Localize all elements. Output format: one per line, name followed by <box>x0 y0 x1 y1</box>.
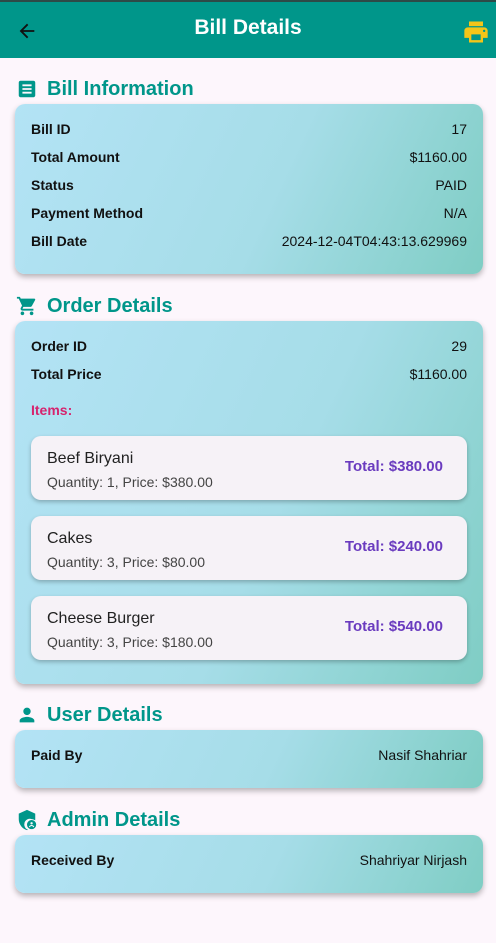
row-label: Paid By <box>31 747 83 763</box>
printer-icon[interactable] <box>462 18 490 46</box>
item-name: Cheese Burger <box>47 610 155 627</box>
user-details-header: User Details <box>16 700 163 730</box>
receipt-icon <box>18 80 36 98</box>
row-label: Total Amount <box>31 149 120 165</box>
section-title: Bill Information <box>47 77 194 100</box>
row-value: Nasif Shahriar <box>378 747 467 763</box>
row-label: Status <box>31 177 74 193</box>
item-quantity-price: Quantity: 3, Price: $80.00 <box>47 554 205 570</box>
total-price-row: Total Price $1160.00 <box>31 364 467 384</box>
admin-shield-icon <box>18 809 37 831</box>
row-value: 2024-12-04T04:43:13.629969 <box>281 233 467 249</box>
bill-information-card: Bill ID 17 Total Amount $1160.00 Status … <box>15 104 483 274</box>
received-by-row: Received By Shahriyar Nirjash <box>31 850 467 870</box>
item-total: Total: $380.00 <box>344 458 443 475</box>
person-icon <box>19 707 35 723</box>
bill-id-row: Bill ID 17 <box>31 119 467 139</box>
row-label: Bill ID <box>31 121 71 137</box>
item-total: Total: $540.00 <box>344 618 443 635</box>
shopping-cart-icon <box>16 296 36 316</box>
order-item-card[interactable]: Cakes Quantity: 3, Price: $80.00 Total: … <box>31 516 467 580</box>
row-value: 17 <box>451 121 467 137</box>
row-value: PAID <box>435 177 467 193</box>
section-title: User Details <box>47 703 163 726</box>
row-value: $1160.00 <box>409 366 467 382</box>
item-name: Beef Biryani <box>47 450 134 467</box>
item-quantity-price: Quantity: 3, Price: $180.00 <box>47 634 213 650</box>
order-item-card[interactable]: Beef Biryani Quantity: 1, Price: $380.00… <box>31 436 467 500</box>
row-label: Bill Date <box>31 233 88 249</box>
item-quantity-price: Quantity: 1, Price: $380.00 <box>47 474 213 490</box>
section-title: Admin Details <box>47 808 181 831</box>
order-details-card: Order ID 29 Total Price $1160.00 Items: … <box>15 321 483 684</box>
admin-details-header: Admin Details <box>16 805 180 835</box>
bill-date-row: Bill Date 2024-12-04T04:43:13.629969 <box>31 231 467 251</box>
row-label: Received By <box>31 852 115 868</box>
row-value: $1160.00 <box>409 149 467 165</box>
total-amount-row: Total Amount $1160.00 <box>31 147 467 167</box>
row-label: Order ID <box>31 338 88 354</box>
payment-method-row: Payment Method N/A <box>31 203 467 223</box>
order-item-card[interactable]: Cheese Burger Quantity: 3, Price: $180.0… <box>31 596 467 660</box>
row-label: Payment Method <box>31 205 144 221</box>
row-value: N/A <box>443 205 467 221</box>
row-value: Shahriyar Nirjash <box>359 852 467 868</box>
page-title: Bill Details <box>194 16 302 39</box>
row-value: 29 <box>451 338 467 354</box>
item-name: Cakes <box>47 530 93 547</box>
status-row: Status PAID <box>31 175 467 195</box>
row-label: Total Price <box>31 366 102 382</box>
items-label: Items: <box>31 402 73 418</box>
admin-details-card: Received By Shahriyar Nirjash <box>15 835 483 893</box>
app-bar: Bill Details <box>0 0 496 58</box>
bill-information-header: Bill Information <box>16 74 194 104</box>
order-id-row: Order ID 29 <box>31 336 467 356</box>
user-details-card: Paid By Nasif Shahriar <box>15 730 483 788</box>
section-title: Order Details <box>47 294 173 317</box>
item-total: Total: $240.00 <box>344 538 443 555</box>
paid-by-row: Paid By Nasif Shahriar <box>31 745 467 765</box>
order-details-header: Order Details <box>16 291 173 321</box>
